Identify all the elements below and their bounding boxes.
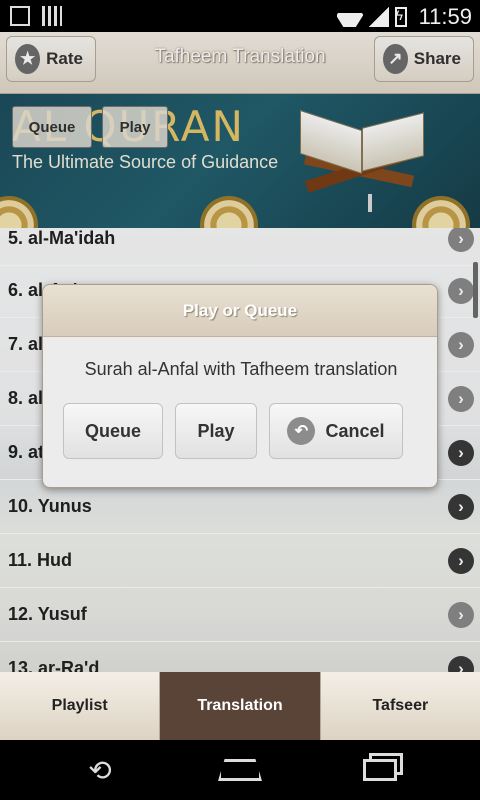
- chevron-right-icon: ›: [448, 655, 474, 672]
- list-item[interactable]: 12. Yusuf ›: [0, 588, 480, 642]
- tab-tafseer[interactable]: Tafseer: [320, 672, 480, 740]
- undo-icon: ↶: [287, 417, 316, 445]
- cancel-button-label: Cancel: [325, 420, 385, 441]
- status-time: 11:59: [418, 4, 472, 29]
- share-label: Share: [413, 49, 461, 68]
- cancel-button[interactable]: ↶ Cancel: [269, 403, 403, 459]
- banner-queue-button[interactable]: Queue: [12, 106, 92, 148]
- signal-icon: [368, 7, 389, 27]
- play-or-queue-dialog: Play or Queue Surah al-Anfal with Tafhee…: [42, 284, 438, 488]
- ornament-medallion: [0, 196, 38, 228]
- back-icon[interactable]: ⟲: [78, 755, 122, 786]
- list-item[interactable]: 10. Yunus ›: [0, 480, 480, 534]
- tab-playlist[interactable]: Playlist: [0, 672, 161, 740]
- list-item-label: 13. ar-Ra'd: [8, 658, 100, 672]
- rate-button[interactable]: ★ Rate: [6, 36, 96, 82]
- list-item-label: 5. al-Ma'idah: [8, 228, 116, 248]
- chevron-right-icon: ›: [448, 277, 474, 304]
- tab-translation[interactable]: Translation: [160, 672, 321, 740]
- wifi-icon: [337, 7, 363, 27]
- share-button[interactable]: ↗ Share: [374, 36, 474, 82]
- chevron-right-icon: ›: [448, 385, 474, 412]
- play-button[interactable]: Play: [175, 403, 257, 459]
- title-bar: ★ Rate Tafheem Translation ↗ Share: [0, 32, 480, 94]
- list-scrollbar[interactable]: [473, 262, 478, 318]
- star-icon: ★: [15, 44, 41, 74]
- chevron-right-icon: ›: [448, 493, 474, 520]
- dialog-title: Play or Queue: [43, 285, 437, 337]
- chevron-right-icon: ›: [448, 601, 474, 628]
- recent-apps-icon[interactable]: [358, 756, 402, 784]
- list-item-label: 10. Yunus: [8, 496, 92, 516]
- ornament-medallion: [412, 196, 470, 228]
- queue-button-label: Queue: [84, 420, 141, 441]
- chevron-right-icon: ›: [448, 439, 474, 466]
- chevron-right-icon: ›: [448, 547, 474, 574]
- rate-label: Rate: [46, 49, 83, 68]
- image-notification-icon: [10, 6, 30, 26]
- barcode-notification-icon: [42, 6, 62, 26]
- battery-charging-icon: [394, 7, 407, 27]
- banner-subtitle: The Ultimate Source of Guidance: [12, 152, 279, 172]
- status-bar: 11:59: [0, 0, 480, 32]
- list-item[interactable]: 11. Hud ›: [0, 534, 480, 588]
- list-item-label: 11. Hud: [8, 550, 73, 570]
- play-button-label: Play: [197, 420, 235, 441]
- ornament-medallion: [200, 196, 258, 228]
- system-nav-bar: ⟲: [0, 740, 480, 800]
- dialog-message: Surah al-Anfal with Tafheem translation: [84, 359, 398, 379]
- chevron-right-icon: ›: [448, 331, 474, 358]
- home-icon[interactable]: [218, 756, 262, 784]
- list-item[interactable]: 5. al-Ma'idah ›: [0, 228, 480, 266]
- bottom-tabs: Playlist Translation Tafseer: [0, 672, 480, 740]
- queue-button[interactable]: Queue: [63, 403, 163, 459]
- list-item[interactable]: 13. ar-Ra'd ›: [0, 642, 480, 672]
- banner-play-button[interactable]: Play: [102, 106, 168, 148]
- quran-banner: AL QURAN The Ultimate Source of Guidance…: [0, 94, 480, 228]
- page-title: Tafheem Translation: [154, 46, 326, 67]
- list-item-label: 12. Yusuf: [8, 604, 87, 624]
- chevron-right-icon: ›: [448, 228, 474, 252]
- share-icon: ↗: [383, 44, 408, 74]
